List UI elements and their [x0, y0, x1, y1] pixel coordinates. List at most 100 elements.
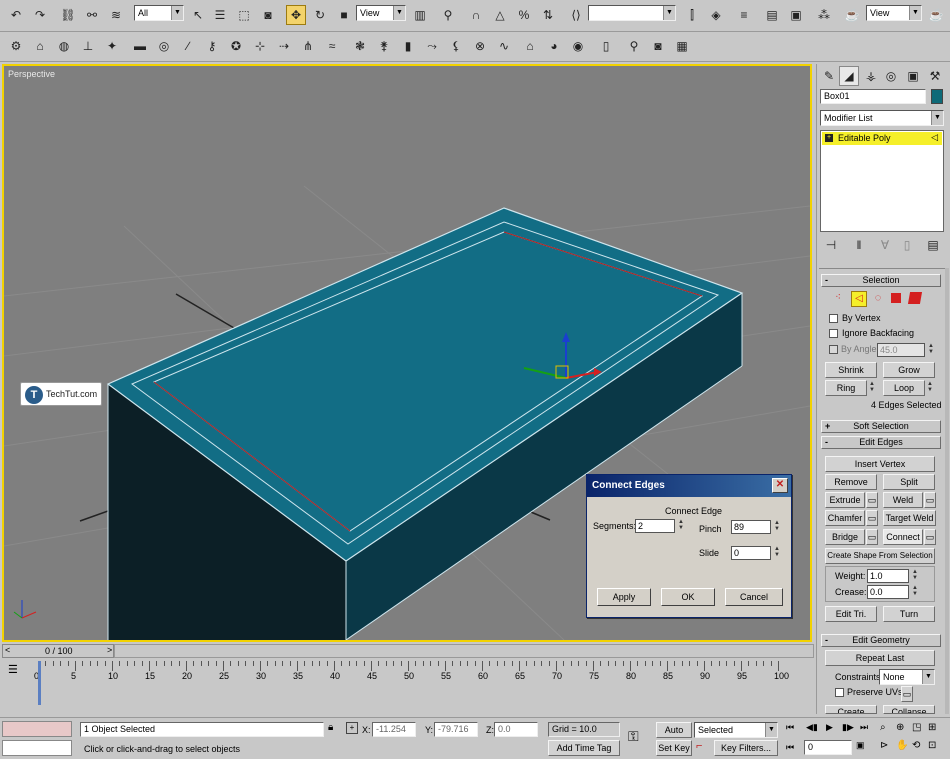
create-shape-button[interactable]: Create Shape From Selection	[825, 548, 935, 564]
shelf-tool-icon[interactable]: ▯	[596, 36, 616, 56]
rect-selection-icon[interactable]: ⬚	[234, 5, 254, 25]
loop-button[interactable]: Loop	[883, 380, 925, 396]
chamfer-button[interactable]: Chamfer	[825, 510, 865, 526]
crease-input[interactable]: 0.0	[867, 585, 909, 599]
render-view-dropdown[interactable]: View ▼	[866, 5, 922, 21]
next-frame-icon[interactable]: >	[107, 645, 112, 655]
go-to-end-icon[interactable]: ⏭	[860, 722, 868, 733]
select-scale-icon[interactable]: ■	[334, 5, 354, 25]
grow-button[interactable]: Grow	[883, 362, 935, 378]
time-slider[interactable]: < 0 / 100 >	[2, 644, 114, 658]
weld-settings-icon[interactable]: ▭	[924, 492, 936, 508]
loop-spinner-icon[interactable]: ▲ ▼	[926, 381, 934, 395]
angle-spinner-icon[interactable]: ▲ ▼	[927, 343, 935, 357]
soft-selection-rollout-header[interactable]: + Soft Selection	[821, 420, 941, 433]
display-tab-icon[interactable]: ▣	[903, 66, 923, 86]
pivot-center-icon[interactable]: ▥	[410, 5, 430, 25]
chamfer-settings-icon[interactable]: ▭	[866, 510, 878, 526]
shelf-tool-icon[interactable]: ⚲	[624, 36, 644, 56]
play-icon[interactable]: ▶	[826, 722, 833, 733]
selection-rollout-header[interactable]: - Selection	[821, 274, 941, 287]
create-button[interactable]: Create	[825, 705, 877, 714]
x-coord[interactable]: -11.254	[372, 722, 416, 737]
track-bar[interactable]: 0 5 10 15 20 25 30 35 40 45 50 55 60 65 70 75 80 85 90 95 10…	[34, 661, 789, 705]
create-tab-icon[interactable]: ✎	[819, 66, 839, 86]
lock-icon[interactable]: 🔒︎	[328, 722, 333, 733]
material-editor-icon[interactable]: ⁂	[814, 5, 834, 25]
ref-coord-dropdown[interactable]: View ▼	[356, 5, 406, 21]
undo-icon[interactable]: ↶	[6, 5, 26, 25]
manipulate-icon[interactable]: ⚲	[438, 5, 458, 25]
maxscript-listener[interactable]	[2, 721, 72, 737]
time-slider-track[interactable]	[114, 644, 814, 658]
key-mode-dropdown[interactable]: Selected ▼	[694, 722, 778, 738]
shelf-tool-icon[interactable]: ◕	[544, 36, 564, 56]
slide-input[interactable]: 0	[731, 546, 771, 560]
motion-tab-icon[interactable]: ◎	[881, 66, 901, 86]
shelf-tool-icon[interactable]: ∿	[494, 36, 514, 56]
edit-geometry-rollout-header[interactable]: - Edit Geometry	[821, 634, 941, 647]
redo-icon[interactable]: ↷	[30, 5, 50, 25]
ring-button[interactable]: Ring	[825, 380, 867, 396]
object-color-swatch[interactable]	[931, 89, 943, 104]
key-icon[interactable]: ⚿	[628, 728, 639, 745]
window-crossing-icon[interactable]: ◙	[258, 5, 278, 25]
shelf-tool-icon[interactable]: ✦	[102, 36, 122, 56]
remove-modifier-icon[interactable]: ▯	[897, 235, 917, 255]
shrink-button[interactable]: Shrink	[825, 362, 877, 378]
track-bar-icon[interactable]: ☰	[8, 663, 18, 676]
shelf-tool-icon[interactable]: ✪	[226, 36, 246, 56]
segments-spinner-icon[interactable]: ▲ ▼	[677, 519, 685, 533]
slide-spinner-icon[interactable]: ▲ ▼	[773, 546, 781, 560]
shelf-tool-icon[interactable]: ▬	[130, 36, 150, 56]
constraints-dropdown[interactable]: None ▼	[879, 669, 935, 685]
shelf-tool-icon[interactable]: ⊗	[470, 36, 490, 56]
shelf-tool-icon[interactable]: ⚙	[6, 36, 26, 56]
set-key-icon[interactable]: ⌐	[696, 740, 702, 752]
select-rotate-icon[interactable]: ↻	[310, 5, 330, 25]
render-setup-icon[interactable]: ☕	[842, 5, 862, 25]
selection-filter-dropdown[interactable]: All ▼	[134, 5, 184, 21]
edge-mode-button[interactable]: ◁	[851, 291, 867, 307]
collapse-button[interactable]: Collapse	[883, 705, 935, 714]
align-icon[interactable]: ◈	[706, 5, 726, 25]
shelf-tool-icon[interactable]: ⋔	[298, 36, 318, 56]
current-frame-field[interactable]: 0	[804, 740, 852, 755]
shelf-tool-icon[interactable]: ◉	[568, 36, 588, 56]
key-filters-button[interactable]: Key Filters...	[714, 740, 778, 756]
hierarchy-tab-icon[interactable]: ⚶	[861, 66, 881, 86]
shelf-tool-icon[interactable]: ◎	[154, 36, 174, 56]
select-link-icon[interactable]: ⛓	[58, 5, 78, 25]
shelf-tool-icon[interactable]: ⌂	[520, 36, 540, 56]
preserve-uvs-settings-icon[interactable]: ▭	[901, 686, 913, 702]
turn-button[interactable]: Turn	[883, 606, 935, 622]
configure-sets-icon[interactable]: ▤	[923, 235, 943, 255]
by-angle-checkbox[interactable]	[829, 345, 838, 354]
shelf-tool-icon[interactable]: ⚷	[202, 36, 222, 56]
zoom-all-icon[interactable]: ⊕	[896, 722, 904, 733]
pinch-spinner-icon[interactable]: ▲ ▼	[773, 520, 781, 534]
ignore-backfacing-checkbox[interactable]	[829, 329, 838, 338]
maxscript-output[interactable]	[2, 740, 72, 756]
film-icon[interactable]: ▦	[672, 36, 692, 56]
time-config-icon[interactable]: ▣	[856, 740, 865, 751]
edit-edges-rollout-header[interactable]: - Edit Edges	[821, 436, 941, 449]
modify-tab-icon[interactable]: ◢	[839, 66, 859, 86]
bridge-button[interactable]: Bridge	[825, 529, 865, 545]
edit-tri-button[interactable]: Edit Tri.	[825, 606, 877, 622]
add-time-tag-button[interactable]: Add Time Tag	[548, 740, 620, 756]
orbit-icon[interactable]: ⟲	[912, 740, 920, 751]
target-weld-button[interactable]: Target Weld	[883, 510, 936, 526]
current-frame-marker[interactable]	[38, 661, 41, 705]
modifier-list-dropdown[interactable]: Modifier List ▼	[820, 110, 944, 126]
select-move-icon[interactable]: ✥	[286, 5, 306, 25]
utilities-tab-icon[interactable]: ⚒	[925, 66, 945, 86]
preserve-uvs-checkbox[interactable]	[835, 688, 844, 697]
segments-input[interactable]: 2	[635, 519, 675, 533]
y-coord[interactable]: -79.716	[434, 722, 478, 737]
insert-vertex-button[interactable]: Insert Vertex	[825, 456, 935, 472]
named-selection-icon[interactable]: ⟨⟩	[566, 5, 586, 25]
named-selection-dropdown[interactable]: ▼	[588, 5, 676, 21]
element-mode-icon[interactable]	[907, 292, 923, 304]
repeat-last-button[interactable]: Repeat Last	[825, 650, 935, 666]
